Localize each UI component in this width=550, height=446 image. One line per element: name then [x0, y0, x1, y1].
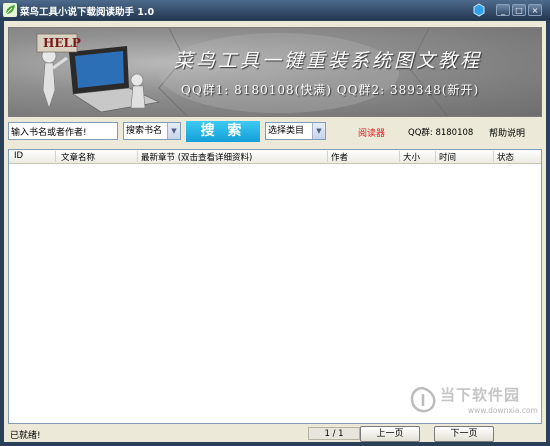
- chevron-down-icon[interactable]: ▼: [167, 123, 180, 139]
- window-title: 菜鸟工具小说下载阅读助手 1.0: [20, 7, 155, 18]
- column-header-time[interactable]: 时间: [439, 151, 456, 163]
- page-indicator: 1 / 1: [308, 427, 360, 440]
- search-type-value: 搜索书名: [126, 126, 163, 136]
- book-list-table[interactable]: ID 文章名称 最新章节 (双击查看详细资料) 作者 大小 时间 状态: [8, 149, 542, 424]
- search-input[interactable]: [8, 122, 118, 140]
- watermark: 当下软件园 www.downxia.com: [408, 384, 542, 421]
- column-header-id[interactable]: ID: [14, 151, 23, 161]
- search-button[interactable]: 搜 索: [186, 121, 260, 142]
- reader-link[interactable]: 阅读器: [358, 126, 385, 139]
- close-button[interactable]: ×: [528, 4, 542, 16]
- column-header-size[interactable]: 大小: [403, 151, 420, 163]
- banner-title: 菜鸟工具一键重装系统图文教程: [174, 50, 483, 72]
- column-header-status[interactable]: 状态: [497, 151, 514, 163]
- category-value: 选择类目: [268, 126, 305, 136]
- title-bar[interactable]: 菜鸟工具小说下载阅读助手 1.0 _ □ ×: [0, 0, 550, 20]
- prev-page-button[interactable]: 上一页: [360, 426, 420, 442]
- leaf-icon: [3, 3, 17, 17]
- column-header-latest-chapter[interactable]: 最新章节 (双击查看详细资料): [141, 151, 252, 163]
- minimize-button[interactable]: _: [496, 4, 510, 16]
- help-link[interactable]: 帮助说明: [489, 126, 525, 139]
- category-select[interactable]: 选择类目 ▼: [265, 122, 326, 140]
- column-header-title[interactable]: 文章名称: [61, 151, 95, 163]
- watermark-url: www.downxia.com: [468, 406, 538, 415]
- column-header-author[interactable]: 作者: [331, 151, 348, 163]
- maximize-button[interactable]: □: [512, 4, 526, 16]
- main-panel: HELP 菜鸟工具一键重装系统图文教程 QQ群1: 8180108(快满) QQ…: [4, 21, 546, 442]
- options-icon[interactable]: [472, 3, 486, 17]
- app-window: 菜鸟工具小说下载阅读助手 1.0 _ □ × HELP 菜鸟工具一键重装系统图文…: [0, 0, 550, 446]
- next-page-button[interactable]: 下一页: [434, 426, 494, 442]
- qq-group-label: QQ群: 8180108: [408, 128, 474, 138]
- chevron-down-icon[interactable]: ▼: [312, 123, 325, 139]
- search-type-select[interactable]: 搜索书名 ▼: [123, 122, 181, 140]
- status-bar: 已就绪! 1 / 1 上一页 下一页: [4, 425, 546, 442]
- banner-qq-groups: QQ群1: 8180108(快满) QQ群2: 389348(新开): [181, 83, 480, 97]
- search-toolbar: 搜索书名 ▼ 搜 索 选择类目 ▼ 阅读器 QQ群: 8180108 帮助说明: [4, 121, 546, 147]
- banner-image: HELP 菜鸟工具一键重装系统图文教程 QQ群1: 8180108(快满) QQ…: [8, 27, 542, 117]
- help-sign: HELP: [43, 36, 81, 50]
- status-text: 已就绪!: [10, 431, 41, 441]
- watermark-logo-icon: [410, 386, 436, 413]
- watermark-text: 当下软件园: [440, 386, 521, 404]
- table-header: ID 文章名称 最新章节 (双击查看详细资料) 作者 大小 时间 状态: [9, 150, 541, 164]
